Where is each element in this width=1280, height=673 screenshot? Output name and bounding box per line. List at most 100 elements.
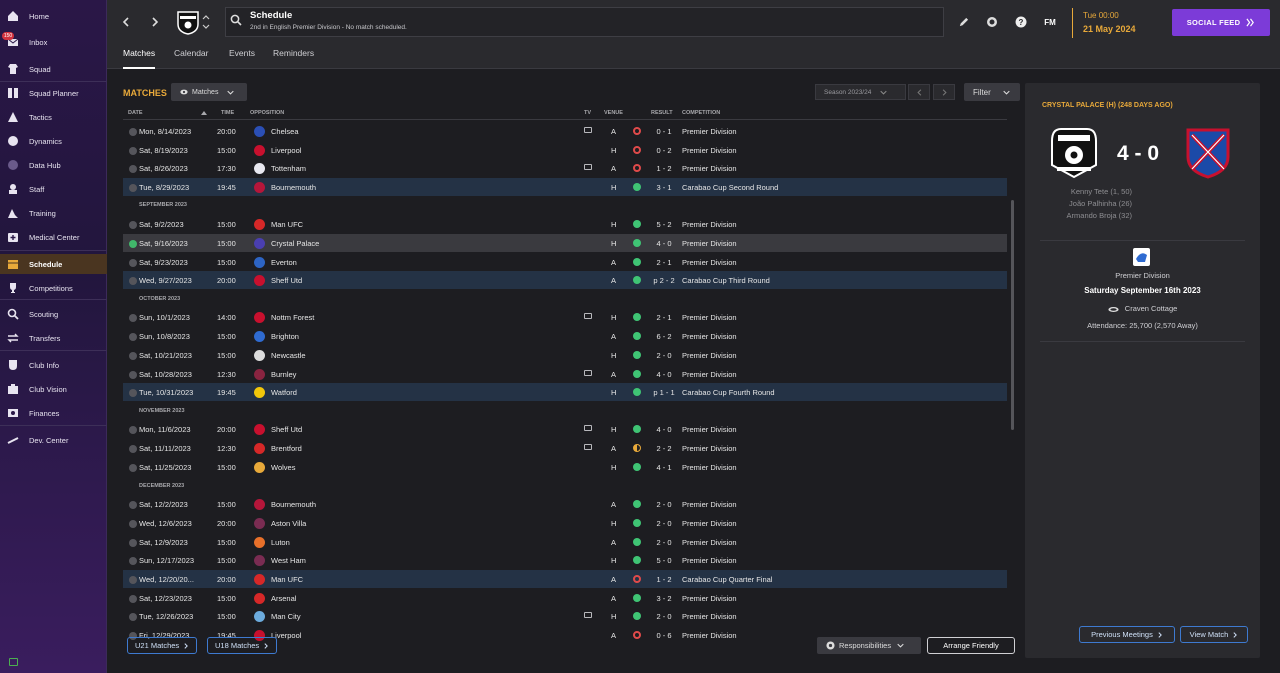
opposition-name[interactable]: Man UFC	[271, 575, 303, 584]
match-status-icon[interactable]	[129, 426, 137, 434]
opposition-name[interactable]: Aston Villa	[271, 519, 306, 528]
match-status-icon[interactable]	[129, 165, 137, 173]
view-match-button[interactable]: View Match	[1180, 626, 1248, 643]
match-competition[interactable]: Premier Division	[682, 146, 737, 155]
opposition-name[interactable]: Man City	[271, 612, 301, 621]
match-result[interactable]: 5 - 2	[651, 220, 677, 229]
previous-season-button[interactable]	[908, 84, 930, 100]
match-competition[interactable]: Premier Division	[682, 220, 737, 229]
table-row[interactable]: Sat, 9/23/2023 15:00 Everton A 2 - 1 Premier …	[123, 253, 1007, 271]
sidebar-item-home[interactable]: Home	[0, 6, 107, 26]
scorer-line[interactable]: Armando Broja (32)	[1040, 211, 1132, 220]
opposition-name[interactable]: Newcastle	[271, 351, 306, 360]
table-row[interactable]: Sat, 9/16/2023 15:00 Crystal Palace H 4 - 0 P…	[123, 234, 1007, 252]
match-competition[interactable]: Premier Division	[682, 370, 737, 379]
opposition-name[interactable]: Bournemouth	[271, 183, 316, 192]
table-row[interactable]: Sat, 8/26/2023 17:30 Tottenham A 1 - 2 Premie…	[123, 159, 1007, 177]
match-result[interactable]: 0 - 2	[651, 146, 677, 155]
match-competition[interactable]: Premier Division	[682, 463, 737, 472]
previous-meetings-button[interactable]: Previous Meetings	[1079, 626, 1175, 643]
sidebar-item-finances[interactable]: Finances	[0, 403, 107, 423]
match-competition[interactable]: Carabao Cup Second Round	[682, 183, 778, 192]
match-status-icon[interactable]	[129, 595, 137, 603]
match-competition[interactable]: Premier Division	[682, 594, 737, 603]
opposition-name[interactable]: Sheff Utd	[271, 276, 302, 285]
match-result[interactable]: p 2 - 2	[651, 276, 677, 285]
opposition-name[interactable]: Chelsea	[271, 127, 299, 136]
away-club-crest-icon[interactable]	[1185, 127, 1231, 179]
table-row[interactable]: Sun, 10/1/2023 14:00 Nottm Forest H 2 - 1 Pre…	[123, 308, 1007, 326]
match-competition[interactable]: Premier Division	[682, 351, 737, 360]
table-row[interactable]: Sun, 12/17/2023 15:00 West Ham H 5 - 0 Premie…	[123, 551, 1007, 569]
table-row[interactable]: Sat, 11/11/2023 12:30 Brentford A 2 - 2 Premi…	[123, 439, 1007, 457]
season-dropdown[interactable]: Season 2023/24	[815, 84, 906, 100]
table-row[interactable]: Tue, 12/26/2023 15:00 Man City H 2 - 0 Premie…	[123, 607, 1007, 625]
sidebar-item-data-hub[interactable]: Data Hub	[0, 155, 107, 175]
tab-calendar[interactable]: Calendar	[174, 48, 209, 69]
sidebar-item-inbox[interactable]: Inbox	[0, 32, 107, 52]
sidebar-item-schedule[interactable]: Schedule	[0, 254, 107, 274]
match-result[interactable]: 2 - 2	[651, 444, 677, 453]
opposition-name[interactable]: Brighton	[271, 332, 299, 341]
match-result[interactable]: 4 - 1	[651, 463, 677, 472]
tab-matches[interactable]: Matches	[123, 48, 156, 69]
table-row[interactable]: Sat, 12/23/2023 15:00 Arsenal A 3 - 2 Premier…	[123, 589, 1007, 607]
club-crest-icon[interactable]	[174, 8, 202, 36]
table-row[interactable]: Wed, 12/6/2023 20:00 Aston Villa H 2 - 0 Prem…	[123, 514, 1007, 532]
table-row[interactable]: Sat, 8/19/2023 15:00 Liverpool H 0 - 2 Premie…	[123, 141, 1007, 159]
opposition-name[interactable]: West Ham	[271, 556, 306, 565]
responsibilities-button[interactable]: Responsibilities	[817, 637, 921, 654]
match-result[interactable]: 4 - 0	[651, 425, 677, 434]
sidebar-item-training[interactable]: Training	[0, 203, 107, 223]
match-result[interactable]: 0 - 1	[651, 127, 677, 136]
opposition-name[interactable]: Arsenal	[271, 594, 296, 603]
match-result[interactable]: 2 - 1	[651, 313, 677, 322]
match-status-icon[interactable]	[129, 576, 137, 584]
match-competition[interactable]: Premier Division	[682, 425, 737, 434]
match-venue-row[interactable]: Craven Cottage	[1040, 304, 1245, 313]
match-status-icon[interactable]	[129, 389, 137, 397]
match-status-icon[interactable]	[129, 557, 137, 565]
status-icon[interactable]	[9, 658, 18, 666]
match-status-icon[interactable]	[129, 501, 137, 509]
next-season-button[interactable]	[933, 84, 955, 100]
match-status-icon[interactable]	[129, 221, 137, 229]
table-row[interactable]: Sat, 12/2/2023 15:00 Bournemouth A 2 - 0 Prem…	[123, 495, 1007, 513]
header-time[interactable]: TIME	[221, 110, 234, 116]
opposition-name[interactable]: Watford	[271, 388, 297, 397]
opposition-name[interactable]: Wolves	[271, 463, 295, 472]
match-status-icon[interactable]	[129, 520, 137, 528]
home-club-crest-icon[interactable]	[1049, 127, 1099, 179]
match-competition[interactable]: Premier Division	[682, 538, 737, 547]
header-result[interactable]: RESULT	[651, 110, 673, 116]
match-competition[interactable]: Premier Division	[682, 127, 737, 136]
match-result[interactable]: 2 - 0	[651, 500, 677, 509]
sidebar-item-staff[interactable]: Staff	[0, 179, 107, 199]
filter-button[interactable]: Filter	[964, 83, 1020, 101]
match-result[interactable]: 4 - 0	[651, 239, 677, 248]
match-result[interactable]: 2 - 0	[651, 612, 677, 621]
sidebar-item-medical-center[interactable]: Medical Center	[0, 227, 107, 247]
scrollbar[interactable]	[1011, 200, 1014, 430]
match-competition[interactable]: Premier Division	[682, 500, 737, 509]
opposition-name[interactable]: Crystal Palace	[271, 239, 319, 248]
u21-matches-button[interactable]: U21 Matches	[127, 637, 198, 654]
table-row[interactable]: Sat, 12/9/2023 15:00 Luton A 2 - 0 Premier Di…	[123, 533, 1007, 551]
sidebar-item-tactics[interactable]: Tactics	[0, 107, 107, 127]
match-status-icon[interactable]	[129, 147, 137, 155]
match-status-icon[interactable]	[129, 128, 137, 136]
match-result[interactable]: 6 - 2	[651, 332, 677, 341]
sidebar-item-squad[interactable]: Squad	[0, 59, 107, 79]
match-competition[interactable]: Premier Division	[682, 612, 737, 621]
opposition-name[interactable]: Sheff Utd	[271, 425, 302, 434]
sidebar-item-dynamics[interactable]: Dynamics	[0, 131, 107, 151]
match-result[interactable]: 1 - 2	[651, 575, 677, 584]
search-box[interactable]	[225, 7, 944, 37]
table-row[interactable]: Wed, 9/27/2023 20:00 Sheff Utd Ap 2 - 2 Cara…	[123, 271, 1007, 289]
sidebar-item-competitions[interactable]: Competitions	[0, 278, 107, 298]
match-competition[interactable]: Premier Division	[682, 239, 737, 248]
match-competition[interactable]: Carabao Cup Third Round	[682, 276, 770, 285]
table-row[interactable]: Sat, 9/2/2023 15:00 Man UFC H 5 - 2 Premier D…	[123, 215, 1007, 233]
opposition-name[interactable]: Nottm Forest	[271, 313, 314, 322]
match-status-icon[interactable]	[129, 314, 137, 322]
